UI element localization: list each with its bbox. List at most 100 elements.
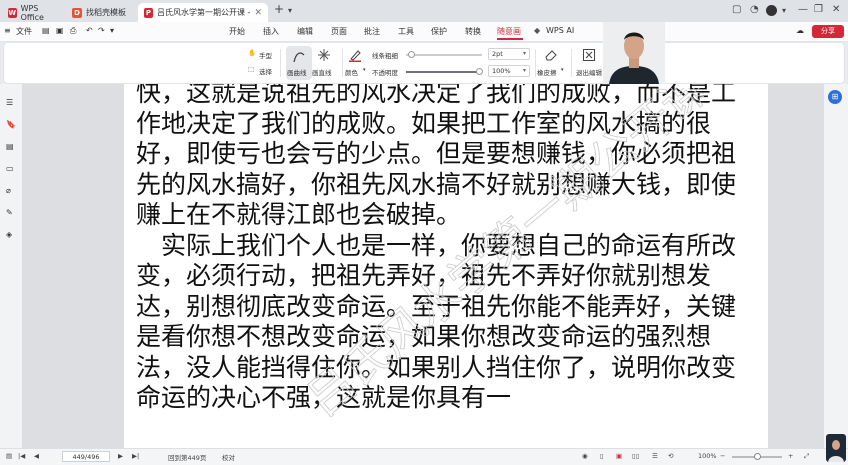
chevron-down-icon: ▾ [522,50,526,57]
exit-edit-button[interactable]: 退出编辑 [576,67,602,77]
exit-edit-icon [583,49,595,61]
redo-icon[interactable]: ↷ [98,26,105,35]
add-tab-button[interactable]: + [274,2,284,16]
file-menu[interactable]: 文件 [16,26,32,37]
right-rail: ⊞ [824,84,848,448]
prev-page-icon[interactable]: ◀ [34,452,39,460]
minimize-icon[interactable]: — [798,4,808,15]
more-icon[interactable]: ▾ [110,26,114,35]
hamburger-icon[interactable]: ≡ [4,26,11,35]
document-page[interactable]: 快，这就是说祖先的风水决定了我们的成败，而不是工作地决定了我们的成败。如果把工作… [124,84,768,448]
skin-icon[interactable]: ◔ [750,4,759,15]
docer-icon: D [72,7,82,18]
draw-line-button[interactable]: 画直线 [312,67,332,77]
tab-tools[interactable]: 工具 [398,26,414,37]
ribbon-toolbar: ✋ 手型 ⬚ 选择 画曲线 画直线 颜色 ▾ 线条粗细 2pt ▾ 不透明度 1… [3,42,845,84]
tab-edit[interactable]: 编辑 [297,26,313,37]
presenter-thumbnail [826,434,846,462]
document-area[interactable]: 快，这就是说祖先的风水决定了我们的成败，而不是工作地决定了我们的成败。如果把工作… [22,84,824,448]
hand-tool-button[interactable]: 手型 [259,50,272,60]
tab-start[interactable]: 开始 [229,26,245,37]
eraser-button[interactable]: 橡皮擦 [537,67,557,77]
pdf-icon: P [144,7,153,18]
tab-template[interactable]: D 找稻壳模板 [66,3,136,22]
share-button[interactable]: 分享 [812,25,844,38]
wps-ai-button[interactable]: WPS AI [546,26,574,35]
tab-comment[interactable]: 批注 [364,26,380,37]
save-icon[interactable]: ▣ [56,26,64,35]
zoom-in-icon[interactable]: + [788,452,793,460]
outline-icon[interactable]: ☰ [6,98,16,108]
divider [535,49,536,77]
slider-knob[interactable] [476,68,483,75]
tab-freehand[interactable]: 随意画 [497,26,521,37]
last-page-icon[interactable]: ▶| [132,452,139,460]
attachment-icon[interactable]: ⌀ [6,186,16,196]
zoom-out-icon[interactable]: − [720,452,725,460]
eraser-icon [545,50,557,61]
next-page-icon[interactable]: ▶ [118,452,123,460]
tab-document[interactable]: P 吕氏风水学第一期公开课 - 原 ✕ [138,3,268,22]
tab-insert[interactable]: 插入 [263,26,279,37]
left-sidebar: ☰ 🔖 ▤ ▭ ⌀ ✎ ◈ [0,84,22,448]
line-width-value: 2pt [492,50,503,58]
line-width-select[interactable]: 2pt ▾ [488,48,530,60]
fullscreen-icon[interactable]: ⤢ [804,452,809,461]
zoom-level[interactable]: 100% [698,452,717,460]
single-page-icon[interactable]: ▯ [600,452,604,460]
sidebar-toggle-icon[interactable]: ▤ [6,452,12,460]
slider-knob[interactable] [754,453,761,460]
draw-curve-label: 画曲线 [287,69,307,77]
double-page-icon[interactable]: ▯▯ [632,452,639,460]
paragraph: 快，这就是说祖先的风水决定了我们的成败，而不是工作地决定了我们的成败。如果把工作… [136,84,737,229]
bookmark-icon[interactable]: 🔖 [6,120,16,130]
select-tool-button[interactable]: 选择 [259,66,272,76]
color-picker-button[interactable]: 颜色 [345,67,358,77]
close-window-icon[interactable]: ✕ [832,4,840,15]
tab-protect[interactable]: 保护 [431,26,447,37]
cloud-icon[interactable]: ☁ [796,26,804,35]
chevron-down-icon[interactable]: ▾ [561,67,564,73]
open-icon[interactable]: ▤ [42,26,50,35]
layers-icon[interactable]: ◈ [6,230,16,240]
draw-curve-button[interactable]: 画曲线 [286,46,312,80]
fit-page-icon[interactable]: ▣ [616,452,622,460]
zoom-slider[interactable] [732,453,782,460]
print-icon[interactable]: ⎙ [70,26,76,36]
presenter-figure [603,22,665,84]
line-width-slider[interactable] [406,51,482,58]
undo-icon[interactable]: ↶ [86,26,93,35]
tab-menu-icon[interactable]: ▾ [288,6,292,15]
page-number-value: 449/496 [72,453,100,461]
tab-page[interactable]: 页面 [331,26,347,37]
tab-label: 吕氏风水学第一期公开课 - 原 [156,8,251,17]
rotate-icon[interactable]: ⟲ [668,452,673,460]
presenter-video [603,22,665,84]
active-tab-indicator [497,38,523,40]
proofread-button[interactable]: 校对 [222,452,235,462]
page-number-input[interactable]: 449/496 [62,451,110,462]
comment-icon[interactable]: ▭ [6,164,16,174]
close-icon[interactable]: ✕ [254,8,262,18]
maximize-icon[interactable]: ❐ [814,4,823,15]
opacity-slider[interactable] [406,68,483,75]
chevron-down-icon[interactable]: ▾ [782,6,786,15]
tab-convert[interactable]: 转换 [465,26,481,37]
tab-wps-office[interactable]: W WPS Office [2,3,64,22]
window-restore-icon[interactable]: ▢ [732,4,741,15]
status-bar: ▤ |◀ ◀ 449/496 ▶ ▶| 回到第449页 校对 ◉ ▯ ▣ ▯▯ … [0,448,848,465]
thumbnail-icon[interactable]: ▤ [6,142,16,152]
continuous-icon[interactable]: ☰ [652,452,658,460]
avatar[interactable] [766,5,777,16]
wps-logo-icon: W [8,7,17,18]
divider [280,49,281,77]
share-label: 分享 [821,27,835,35]
chevron-down-icon[interactable]: ▾ [363,67,366,73]
first-page-icon[interactable]: |◀ [18,452,25,460]
opacity-select[interactable]: 100% ▾ [488,65,530,77]
slider-knob[interactable] [408,51,415,58]
assistant-icon[interactable]: ⊞ [828,90,842,104]
return-page-link[interactable]: 回到第449页 [168,452,206,462]
eye-icon[interactable]: ◉ [582,452,588,460]
signature-icon[interactable]: ✎ [6,208,16,218]
